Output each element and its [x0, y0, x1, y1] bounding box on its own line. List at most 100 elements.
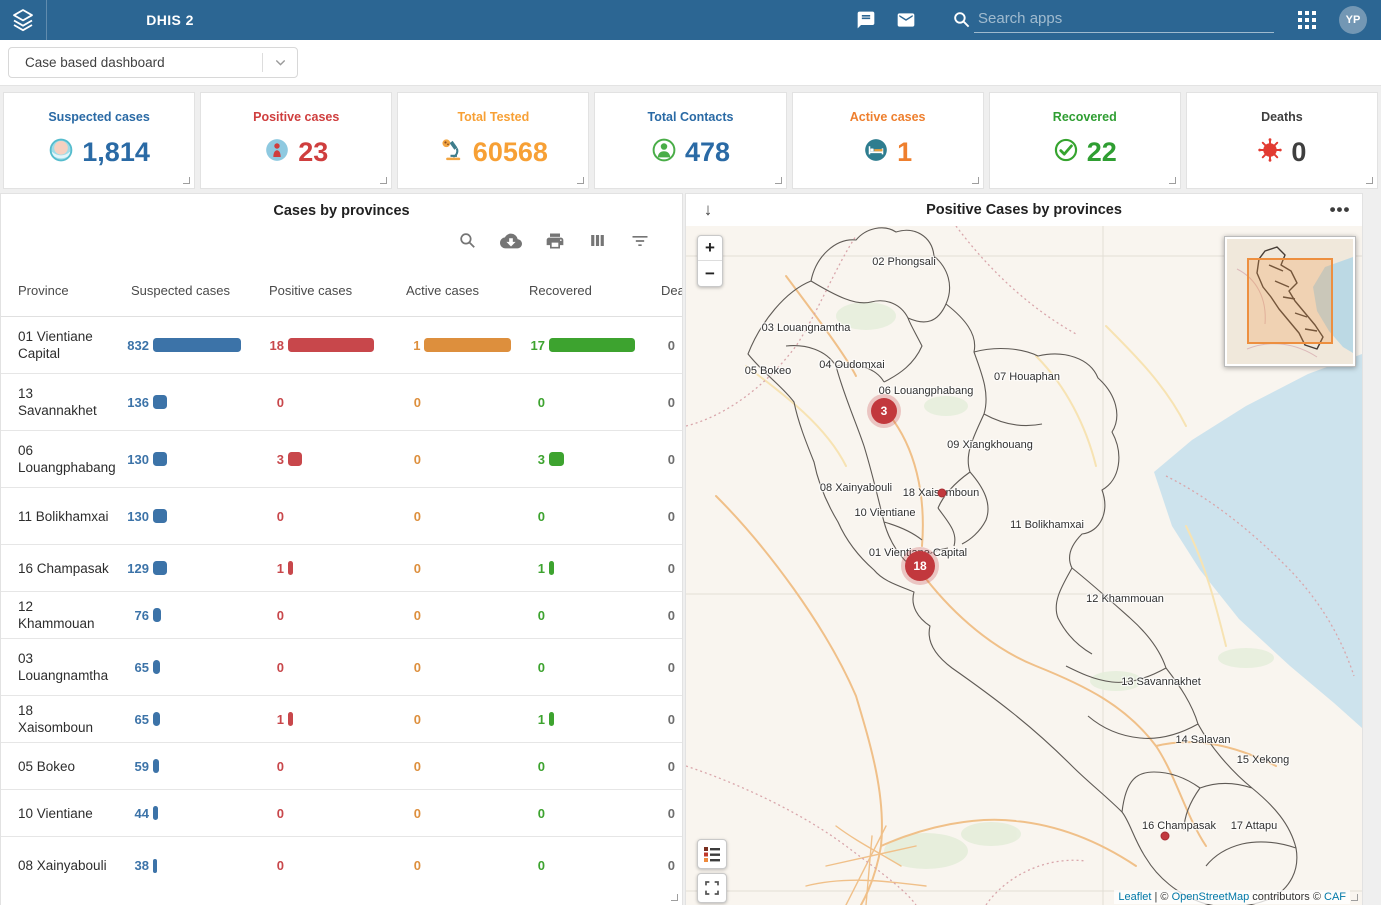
positive-value: 1 [250, 712, 284, 727]
column-header-suspected-cases[interactable]: Suspected cases [115, 283, 250, 298]
column-header-positive-cases[interactable]: Positive cases [250, 283, 387, 298]
recovered-bar [549, 712, 554, 726]
positive-value: 3 [250, 452, 284, 467]
stat-card-total-tested[interactable]: Total Tested60568 [397, 92, 589, 189]
app-title: DHIS 2 [47, 12, 293, 28]
download-arrow-icon[interactable]: ↓ [686, 200, 730, 220]
stat-card-total-contacts[interactable]: Total Contacts478 [594, 92, 786, 189]
suspected-bar [153, 859, 157, 873]
deaths-value: 0 [645, 509, 682, 524]
resize-handle[interactable] [1169, 177, 1176, 184]
table-toolbar [1, 221, 682, 265]
table-row-01-vientiane-capital[interactable]: 01 Vientiane Capital832181170 [1, 317, 682, 374]
map-label-11-bolikhamxai: 11 Bolikhamxai [1010, 519, 1084, 531]
map-cluster-marker[interactable]: 18 [905, 551, 935, 581]
deaths-value: 0 [645, 338, 682, 353]
deaths-value: 0 [645, 712, 682, 727]
column-header-active-cases[interactable]: Active cases [387, 283, 511, 298]
attribution-link[interactable]: Leaflet [1118, 891, 1151, 903]
map-point-marker[interactable] [938, 489, 947, 498]
map-point-marker[interactable] [1161, 832, 1170, 841]
stat-card-label: Suspected cases [48, 110, 149, 124]
print-icon[interactable] [545, 231, 565, 256]
recovered-value: 17 [511, 338, 545, 353]
dhis2-logo[interactable] [0, 0, 47, 40]
suspected-bar [153, 660, 160, 674]
download-icon[interactable] [500, 230, 522, 257]
table-pagination: Rows per page: 100 1-18 of 18 ‹ › [1, 896, 682, 905]
table-row-08-xainyabouli[interactable]: 08 Xainyabouli380000 [1, 837, 682, 894]
columns-icon[interactable] [588, 231, 607, 255]
stat-card-recovered[interactable]: Recovered22 [989, 92, 1181, 189]
stat-card-deaths[interactable]: Deaths0 [1186, 92, 1378, 189]
table-row-05-bokeo[interactable]: 05 Bokeo590000 [1, 743, 682, 790]
stat-card-positive-cases[interactable]: Positive cases23 [200, 92, 392, 189]
map-label-07-houaphan: 07 Houaphan [994, 371, 1060, 383]
map-canvas[interactable]: + − [686, 226, 1362, 905]
resize-handle[interactable] [671, 894, 678, 901]
table-row-11-bolikhamxai[interactable]: 11 Bolikhamxai1300000 [1, 488, 682, 545]
mail-icon[interactable] [895, 9, 917, 31]
province-name: 12 Khammouan [1, 598, 115, 632]
province-name: 08 Xainyabouli [1, 857, 115, 874]
suspected-bar [153, 509, 167, 523]
suspected-value: 65 [115, 660, 149, 675]
table-row-16-champasak[interactable]: 16 Champasak1291010 [1, 545, 682, 592]
stat-card-suspected-cases[interactable]: Suspected cases1,814 [3, 92, 195, 189]
stat-card-label: Active cases [850, 110, 926, 124]
resize-handle[interactable] [577, 177, 584, 184]
stat-card-active-cases[interactable]: Active cases1 [792, 92, 984, 189]
positive-value: 0 [250, 608, 284, 623]
check-circle-icon [1053, 137, 1079, 168]
recovered-value: 1 [511, 561, 545, 576]
column-header-recovered[interactable]: Recovered [511, 283, 645, 298]
resize-handle[interactable] [183, 177, 190, 184]
dashboard-selector[interactable]: Case based dashboard [8, 47, 298, 78]
stat-card-value: 60568 [473, 137, 548, 168]
map-cluster-marker[interactable]: 3 [871, 398, 897, 424]
active-bar [424, 338, 511, 352]
inset-map-image [1227, 239, 1353, 364]
stat-card-label: Total Contacts [648, 110, 734, 124]
zoom-in-button[interactable]: + [698, 236, 722, 261]
table-row-10-vientiane[interactable]: 10 Vientiane440000 [1, 790, 682, 837]
search-input[interactable] [974, 8, 1274, 33]
positive-value: 0 [250, 509, 284, 524]
resize-handle[interactable] [380, 177, 387, 184]
active-value: 0 [387, 759, 421, 774]
recovered-bar [549, 561, 554, 575]
table-row-12-khammouan[interactable]: 12 Khammouan760000 [1, 592, 682, 639]
map-overview-inset[interactable] [1224, 236, 1356, 367]
attribution-link[interactable]: CAF [1324, 891, 1346, 903]
table-row-06-louangphabang[interactable]: 06 Louangphabang1303030 [1, 431, 682, 488]
resize-handle[interactable] [1351, 894, 1358, 901]
attribution-link[interactable]: OpenStreetMap [1172, 891, 1250, 903]
table-row-03-louangnamtha[interactable]: 03 Louangnamtha650000 [1, 639, 682, 696]
more-options-icon[interactable]: ••• [1318, 200, 1362, 220]
column-header-province[interactable]: Province [1, 283, 115, 298]
active-value: 0 [387, 452, 421, 467]
resize-handle[interactable] [972, 177, 979, 184]
table-row-18-xaisomboun[interactable]: 18 Xaisomboun651010 [1, 696, 682, 743]
apps-menu-icon[interactable] [1296, 9, 1318, 31]
table-row-13-savannakhet[interactable]: 13 Savannakhet1360000 [1, 374, 682, 431]
deaths-value: 0 [645, 395, 682, 410]
suspected-value: 129 [115, 561, 149, 576]
suspected-bar [153, 759, 159, 773]
deaths-value: 0 [645, 608, 682, 623]
positive-value: 0 [250, 395, 284, 410]
active-value: 0 [387, 858, 421, 873]
legend-button[interactable] [697, 839, 727, 869]
table-search-icon[interactable] [458, 231, 477, 255]
suspected-value: 59 [115, 759, 149, 774]
resize-handle[interactable] [775, 177, 782, 184]
filter-icon[interactable] [630, 231, 650, 256]
fullscreen-button[interactable] [697, 873, 727, 903]
resize-handle[interactable] [1366, 177, 1373, 184]
avatar[interactable]: YP [1339, 6, 1367, 34]
column-header-deaths[interactable]: Deaths [645, 283, 682, 298]
zoom-out-button[interactable]: − [698, 261, 722, 286]
messages-icon[interactable] [855, 9, 877, 31]
stat-card-value: 23 [298, 137, 328, 168]
positive-bar [288, 561, 293, 575]
